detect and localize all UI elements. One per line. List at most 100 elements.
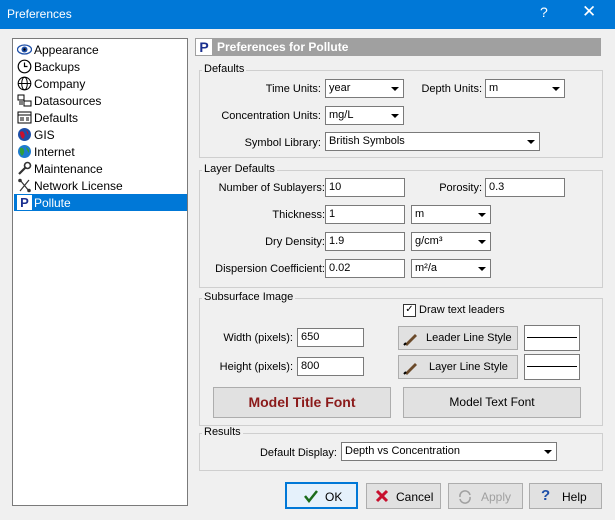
x-icon (375, 489, 389, 503)
defaults-icon (17, 111, 32, 124)
help-titlebar-button[interactable]: ? (540, 4, 548, 20)
width-pixels-label: Width (pixels): (223, 332, 293, 344)
dry-density-field[interactable]: 1.9 (325, 232, 405, 251)
porosity-label: Porosity: (439, 182, 482, 194)
nav-item-appearance[interactable]: Appearance (14, 41, 187, 58)
checkmark-icon (304, 490, 318, 504)
sublayers-value: 10 (329, 181, 342, 193)
dispersion-unit-value: m²/a (415, 262, 437, 274)
model-text-font-label: Model Text Font (449, 395, 535, 409)
nav-item-label: GIS (34, 128, 55, 142)
dispersion-unit-select[interactable]: m²/a (411, 259, 491, 278)
thickness-value: 1 (329, 208, 336, 220)
datasource-icon (17, 94, 32, 107)
time-units-select[interactable]: year (325, 79, 404, 98)
chevron-down-icon (548, 80, 564, 97)
draw-text-leaders-label: Draw text leaders (419, 304, 505, 316)
thickness-label: Thickness: (272, 209, 325, 221)
category-list[interactable]: Appearance Backups Company Datasources D… (12, 38, 188, 506)
draw-text-leaders-checkbox[interactable]: ✓ (403, 304, 416, 317)
depth-units-label: Depth Units: (421, 83, 482, 95)
nav-item-label: Appearance (34, 43, 99, 57)
chevron-down-icon (523, 133, 539, 150)
nav-item-label: Company (34, 77, 86, 91)
porosity-value: 0.3 (489, 181, 505, 193)
leader-line-sample (524, 325, 580, 351)
chevron-down-icon (387, 80, 403, 97)
pencil-icon (403, 363, 417, 375)
panel-header: P Preferences for Pollute (195, 38, 601, 56)
nav-item-label: Maintenance (34, 162, 103, 176)
leader-line-style-label: Leader Line Style (426, 332, 512, 344)
sublayers-field[interactable]: 10 (325, 178, 405, 197)
depth-units-select[interactable]: m (485, 79, 565, 98)
concentration-units-select[interactable]: mg/L (325, 106, 404, 125)
thickness-field[interactable]: 1 (325, 205, 405, 224)
layer-line-style-button[interactable]: Layer Line Style (398, 355, 518, 379)
dry-density-value: 1.9 (329, 235, 345, 247)
nav-item-label: Network License (34, 179, 123, 193)
nav-item-label: Backups (34, 60, 81, 74)
layer-defaults-group-label: Layer Defaults (202, 163, 277, 175)
nav-item-company[interactable]: Company (14, 75, 187, 92)
leader-line-style-button[interactable]: Leader Line Style (398, 326, 518, 350)
nav-item-datasources[interactable]: Datasources (14, 92, 187, 109)
symbol-library-value: British Symbols (329, 135, 405, 147)
clock-icon (17, 59, 32, 74)
height-pixels-field[interactable]: 800 (297, 357, 364, 376)
model-title-font-button[interactable]: Model Title Font (213, 387, 391, 418)
default-display-label: Default Display: (259, 447, 337, 459)
time-units-value: year (329, 82, 351, 94)
panel-title: Preferences for Pollute (217, 40, 349, 54)
height-pixels-label: Height (pixels): (219, 361, 293, 373)
sublayers-label: Number of Sublayers: (218, 182, 325, 194)
dry-density-unit-select[interactable]: g/cm³ (411, 232, 491, 251)
window-titlebar: Preferences ? ✕ (0, 0, 615, 29)
nav-item-defaults[interactable]: Defaults (14, 109, 187, 126)
symbol-library-select[interactable]: British Symbols (325, 132, 540, 151)
height-pixels-value: 800 (301, 360, 320, 372)
gis-globe-icon (18, 128, 31, 141)
width-pixels-value: 650 (301, 331, 320, 343)
nav-item-network-license[interactable]: Network License (14, 177, 187, 194)
close-button[interactable]: ✕ (582, 2, 596, 22)
globe-icon (17, 76, 32, 91)
model-text-font-button[interactable]: Model Text Font (403, 387, 581, 418)
nav-item-backups[interactable]: Backups (14, 58, 187, 75)
layer-line-sample (524, 354, 580, 380)
symbol-library-label: Symbol Library: (244, 137, 321, 149)
nav-item-gis[interactable]: GIS (14, 126, 187, 143)
concentration-units-value: mg/L (329, 109, 354, 121)
default-display-select[interactable]: Depth vs Concentration (341, 442, 557, 461)
ok-button[interactable]: OK (285, 482, 358, 509)
dispersion-field[interactable]: 0.02 (325, 259, 405, 278)
thickness-unit-select[interactable]: m (411, 205, 491, 224)
default-display-value: Depth vs Concentration (345, 445, 460, 457)
defaults-group-label: Defaults (202, 63, 247, 75)
thickness-unit-value: m (415, 208, 425, 220)
refresh-icon (459, 490, 471, 504)
pollute-icon: P (17, 195, 32, 210)
help-button[interactable]: ? Help (529, 483, 602, 509)
eye-icon (17, 44, 32, 55)
chevron-down-icon (474, 206, 490, 223)
layer-line-preview (527, 366, 577, 367)
apply-label: Apply (481, 490, 512, 504)
dry-density-unit-value: g/cm³ (415, 235, 443, 247)
nav-item-maintenance[interactable]: Maintenance (14, 160, 187, 177)
nav-item-pollute[interactable]: P Pollute (14, 194, 187, 211)
cancel-button[interactable]: Cancel (366, 483, 441, 509)
internet-globe-icon (18, 145, 31, 158)
window-title: Preferences (7, 7, 72, 21)
porosity-field[interactable]: 0.3 (485, 178, 565, 197)
width-pixels-field[interactable]: 650 (297, 328, 364, 347)
ok-label: OK (325, 490, 343, 504)
apply-button[interactable]: Apply (448, 483, 523, 509)
question-icon: ? (541, 487, 551, 504)
dispersion-value: 0.02 (329, 262, 351, 274)
nav-item-label: Datasources (34, 94, 102, 108)
results-group-label: Results (202, 426, 243, 438)
chevron-down-icon (474, 233, 490, 250)
nav-item-internet[interactable]: Internet (14, 143, 187, 160)
pencil-icon (403, 334, 417, 346)
